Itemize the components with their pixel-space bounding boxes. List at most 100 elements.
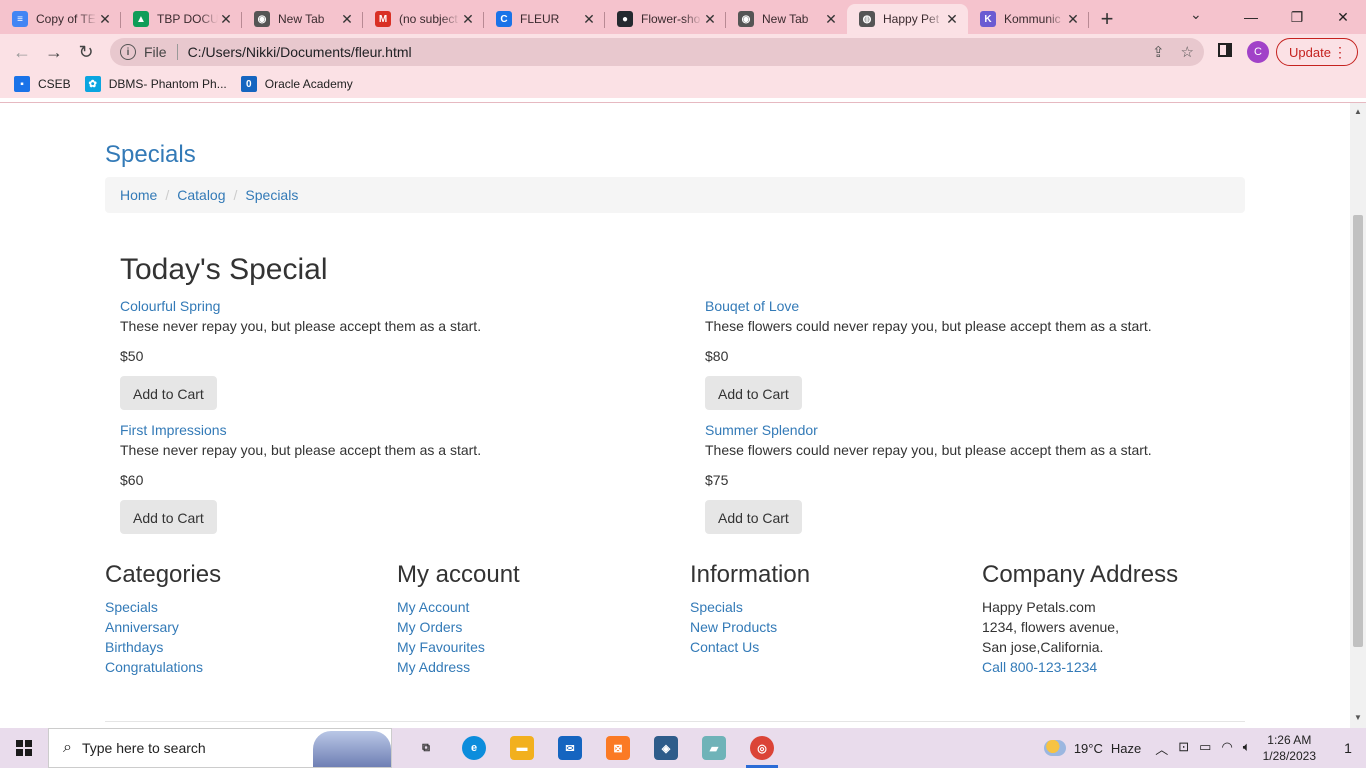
mail-taskbar-button[interactable]: ✉ (546, 728, 594, 768)
close-tab-icon[interactable]: ✕ (97, 11, 113, 28)
bookmark-item[interactable]: ✿ DBMS- Phantom Ph... (84, 76, 227, 92)
restore-icon[interactable]: ❐ (1274, 9, 1320, 26)
share-icon[interactable]: ⇪ (1152, 43, 1165, 61)
footer-categories: Categories Specials Anniversary Birthday… (105, 561, 385, 677)
mysql-workbench-taskbar-button[interactable]: ◈ (642, 728, 690, 768)
add-to-cart-button[interactable]: Add to Cart (120, 500, 217, 534)
breadcrumb-specials[interactable]: Specials (245, 187, 298, 203)
address-url[interactable]: C:/Users/Nikki/Documents/fleur.html (188, 44, 412, 60)
breadcrumb: Home / Catalog / Specials (105, 177, 1245, 213)
breadcrumb-home[interactable]: Home (120, 187, 157, 203)
start-button[interactable] (0, 728, 48, 768)
breadcrumb-separator: / (165, 187, 170, 203)
footer-link[interactable]: My Favourites (397, 637, 677, 657)
tab-title: TBP DOCU (157, 12, 218, 26)
product-price: $50 (120, 348, 144, 364)
new-tab-plus-icon[interactable]: + (1089, 4, 1125, 34)
wifi-icon[interactable]: ◠ (1221, 739, 1232, 758)
reload-icon[interactable]: ↻ (70, 36, 102, 68)
add-to-cart-button[interactable]: Add to Cart (705, 500, 802, 534)
window-controls: — ❐ ✕ (1228, 0, 1366, 34)
browser-tab[interactable]: K Kommunic ✕ (968, 4, 1089, 34)
close-tab-icon[interactable]: ✕ (1065, 11, 1081, 28)
browser-tab[interactable]: C FLEUR ✕ (484, 4, 605, 34)
volume-icon[interactable]: 🔈︎ (1243, 739, 1251, 758)
back-arrow-icon[interactable]: ← (6, 36, 38, 68)
product-name[interactable]: Bouqet of Love (705, 296, 1265, 316)
browser-tab[interactable]: ▲ TBP DOCU ✕ (121, 4, 242, 34)
update-button-label: Update (1289, 44, 1331, 60)
side-panel-icon[interactable] (1218, 43, 1232, 57)
xampp-taskbar-button[interactable]: ⊠ (594, 728, 642, 768)
browser-tab[interactable]: ◍ Happy Pet ✕ (847, 4, 968, 34)
windows-taskbar: ⌕ Type here to search ⧉ e ▬ ✉ ⊠ ◈ ▰ ◎ 19°C Haze… (0, 728, 1366, 768)
browser-tab[interactable]: ◉ New Tab ✕ (242, 4, 363, 34)
footer-link[interactable]: New Products (690, 617, 970, 637)
clock[interactable]: 1:26 AM 1/28/2023 (1263, 732, 1316, 764)
address-bar[interactable]: i File C:/Users/Nikki/Documents/fleur.ht… (110, 38, 1204, 66)
close-tab-icon[interactable]: ✕ (702, 11, 718, 28)
product-name[interactable]: Colourful Spring (120, 296, 680, 316)
battery-icon[interactable]: ▭ (1199, 739, 1211, 758)
profile-avatar[interactable]: C (1247, 41, 1269, 63)
tab-search-chevron-icon[interactable]: ⌄ (1190, 6, 1202, 23)
footer-link[interactable]: My Address (397, 657, 677, 677)
footer-link[interactable]: Specials (690, 597, 970, 617)
product-name[interactable]: Summer Splendor (705, 420, 1265, 440)
forward-arrow-icon[interactable]: → (38, 36, 70, 68)
minimize-icon[interactable]: — (1228, 9, 1274, 25)
footer-link[interactable]: Specials (105, 597, 385, 617)
add-to-cart-button[interactable]: Add to Cart (705, 376, 802, 410)
app-green-taskbar-button[interactable]: ▰ (690, 728, 738, 768)
close-tab-icon[interactable]: ✕ (339, 11, 355, 28)
close-tab-icon[interactable]: ✕ (944, 11, 960, 28)
meet-now-icon[interactable]: ⊡ (1178, 739, 1189, 758)
footer-link[interactable]: Anniversary (105, 617, 385, 637)
add-to-cart-button[interactable]: Add to Cart (120, 376, 217, 410)
browser-tab[interactable]: ◉ New Tab ✕ (726, 4, 847, 34)
browser-tab[interactable]: M (no subject ✕ (363, 4, 484, 34)
close-tab-icon[interactable]: ✕ (581, 11, 597, 28)
task-view-taskbar-button[interactable]: ⧉ (402, 728, 450, 768)
browser-toolbar: ← → ↻ i File C:/Users/Nikki/Documents/fl… (0, 34, 1366, 70)
bookmark-item[interactable]: 0 Oracle Academy (240, 76, 353, 92)
product-name[interactable]: First Impressions (120, 420, 680, 440)
mysql-workbench-icon: ◈ (654, 736, 678, 760)
footer-information: Information Specials New Products Contac… (690, 561, 970, 657)
close-tab-icon[interactable]: ✕ (218, 11, 234, 28)
scroll-down-arrow-icon[interactable]: ▼ (1354, 713, 1362, 722)
footer-link[interactable]: Contact Us (690, 637, 970, 657)
notification-center-icon[interactable]: 1 (1330, 728, 1366, 768)
product-card: First Impressions These never repay you,… (120, 420, 680, 534)
update-button[interactable]: Update ⋮ (1276, 38, 1358, 66)
footer-link[interactable]: My Account (397, 597, 677, 617)
breadcrumb-separator: / (233, 187, 238, 203)
browser-tab[interactable]: ≡ Copy of TE ✕ (0, 4, 121, 34)
bookmark-item[interactable]: ▪ CSEB (14, 76, 71, 92)
footer-link[interactable]: Congratulations (105, 657, 385, 677)
scroll-up-arrow-icon[interactable]: ▲ (1354, 107, 1362, 116)
show-hidden-icons-icon[interactable]: ︿ (1155, 739, 1168, 758)
chrome-taskbar-button[interactable]: ◎ (738, 728, 786, 768)
scrollbar-thumb[interactable] (1353, 215, 1363, 647)
weather-widget[interactable]: 19°C Haze (1043, 740, 1141, 756)
taskbar-search[interactable]: ⌕ Type here to search (48, 728, 392, 768)
breadcrumb-catalog[interactable]: Catalog (177, 187, 225, 203)
page-scrollbar[interactable]: ▲ ▼ (1350, 103, 1366, 728)
chrome-icon: ◎ (750, 736, 774, 760)
product-description: These never repay you, but please accept… (120, 318, 482, 334)
footer-heading: Information (690, 561, 811, 588)
close-tab-icon[interactable]: ✕ (823, 11, 839, 28)
bookmark-star-icon[interactable]: ☆ (1181, 43, 1194, 61)
file-explorer-taskbar-button[interactable]: ▬ (498, 728, 546, 768)
bookmark-icon: ▪ (14, 76, 30, 92)
menu-kebab-icon[interactable]: ⋮ (1333, 44, 1347, 61)
site-info-icon[interactable]: i (120, 44, 136, 60)
edge-taskbar-button[interactable]: e (450, 728, 498, 768)
phone-link[interactable]: Call 800-123-1234 (982, 657, 1262, 677)
close-window-icon[interactable]: ✕ (1320, 9, 1366, 26)
close-tab-icon[interactable]: ✕ (460, 11, 476, 28)
footer-link[interactable]: My Orders (397, 617, 677, 637)
browser-tab[interactable]: ● Flower-sho ✕ (605, 4, 726, 34)
footer-link[interactable]: Birthdays (105, 637, 385, 657)
